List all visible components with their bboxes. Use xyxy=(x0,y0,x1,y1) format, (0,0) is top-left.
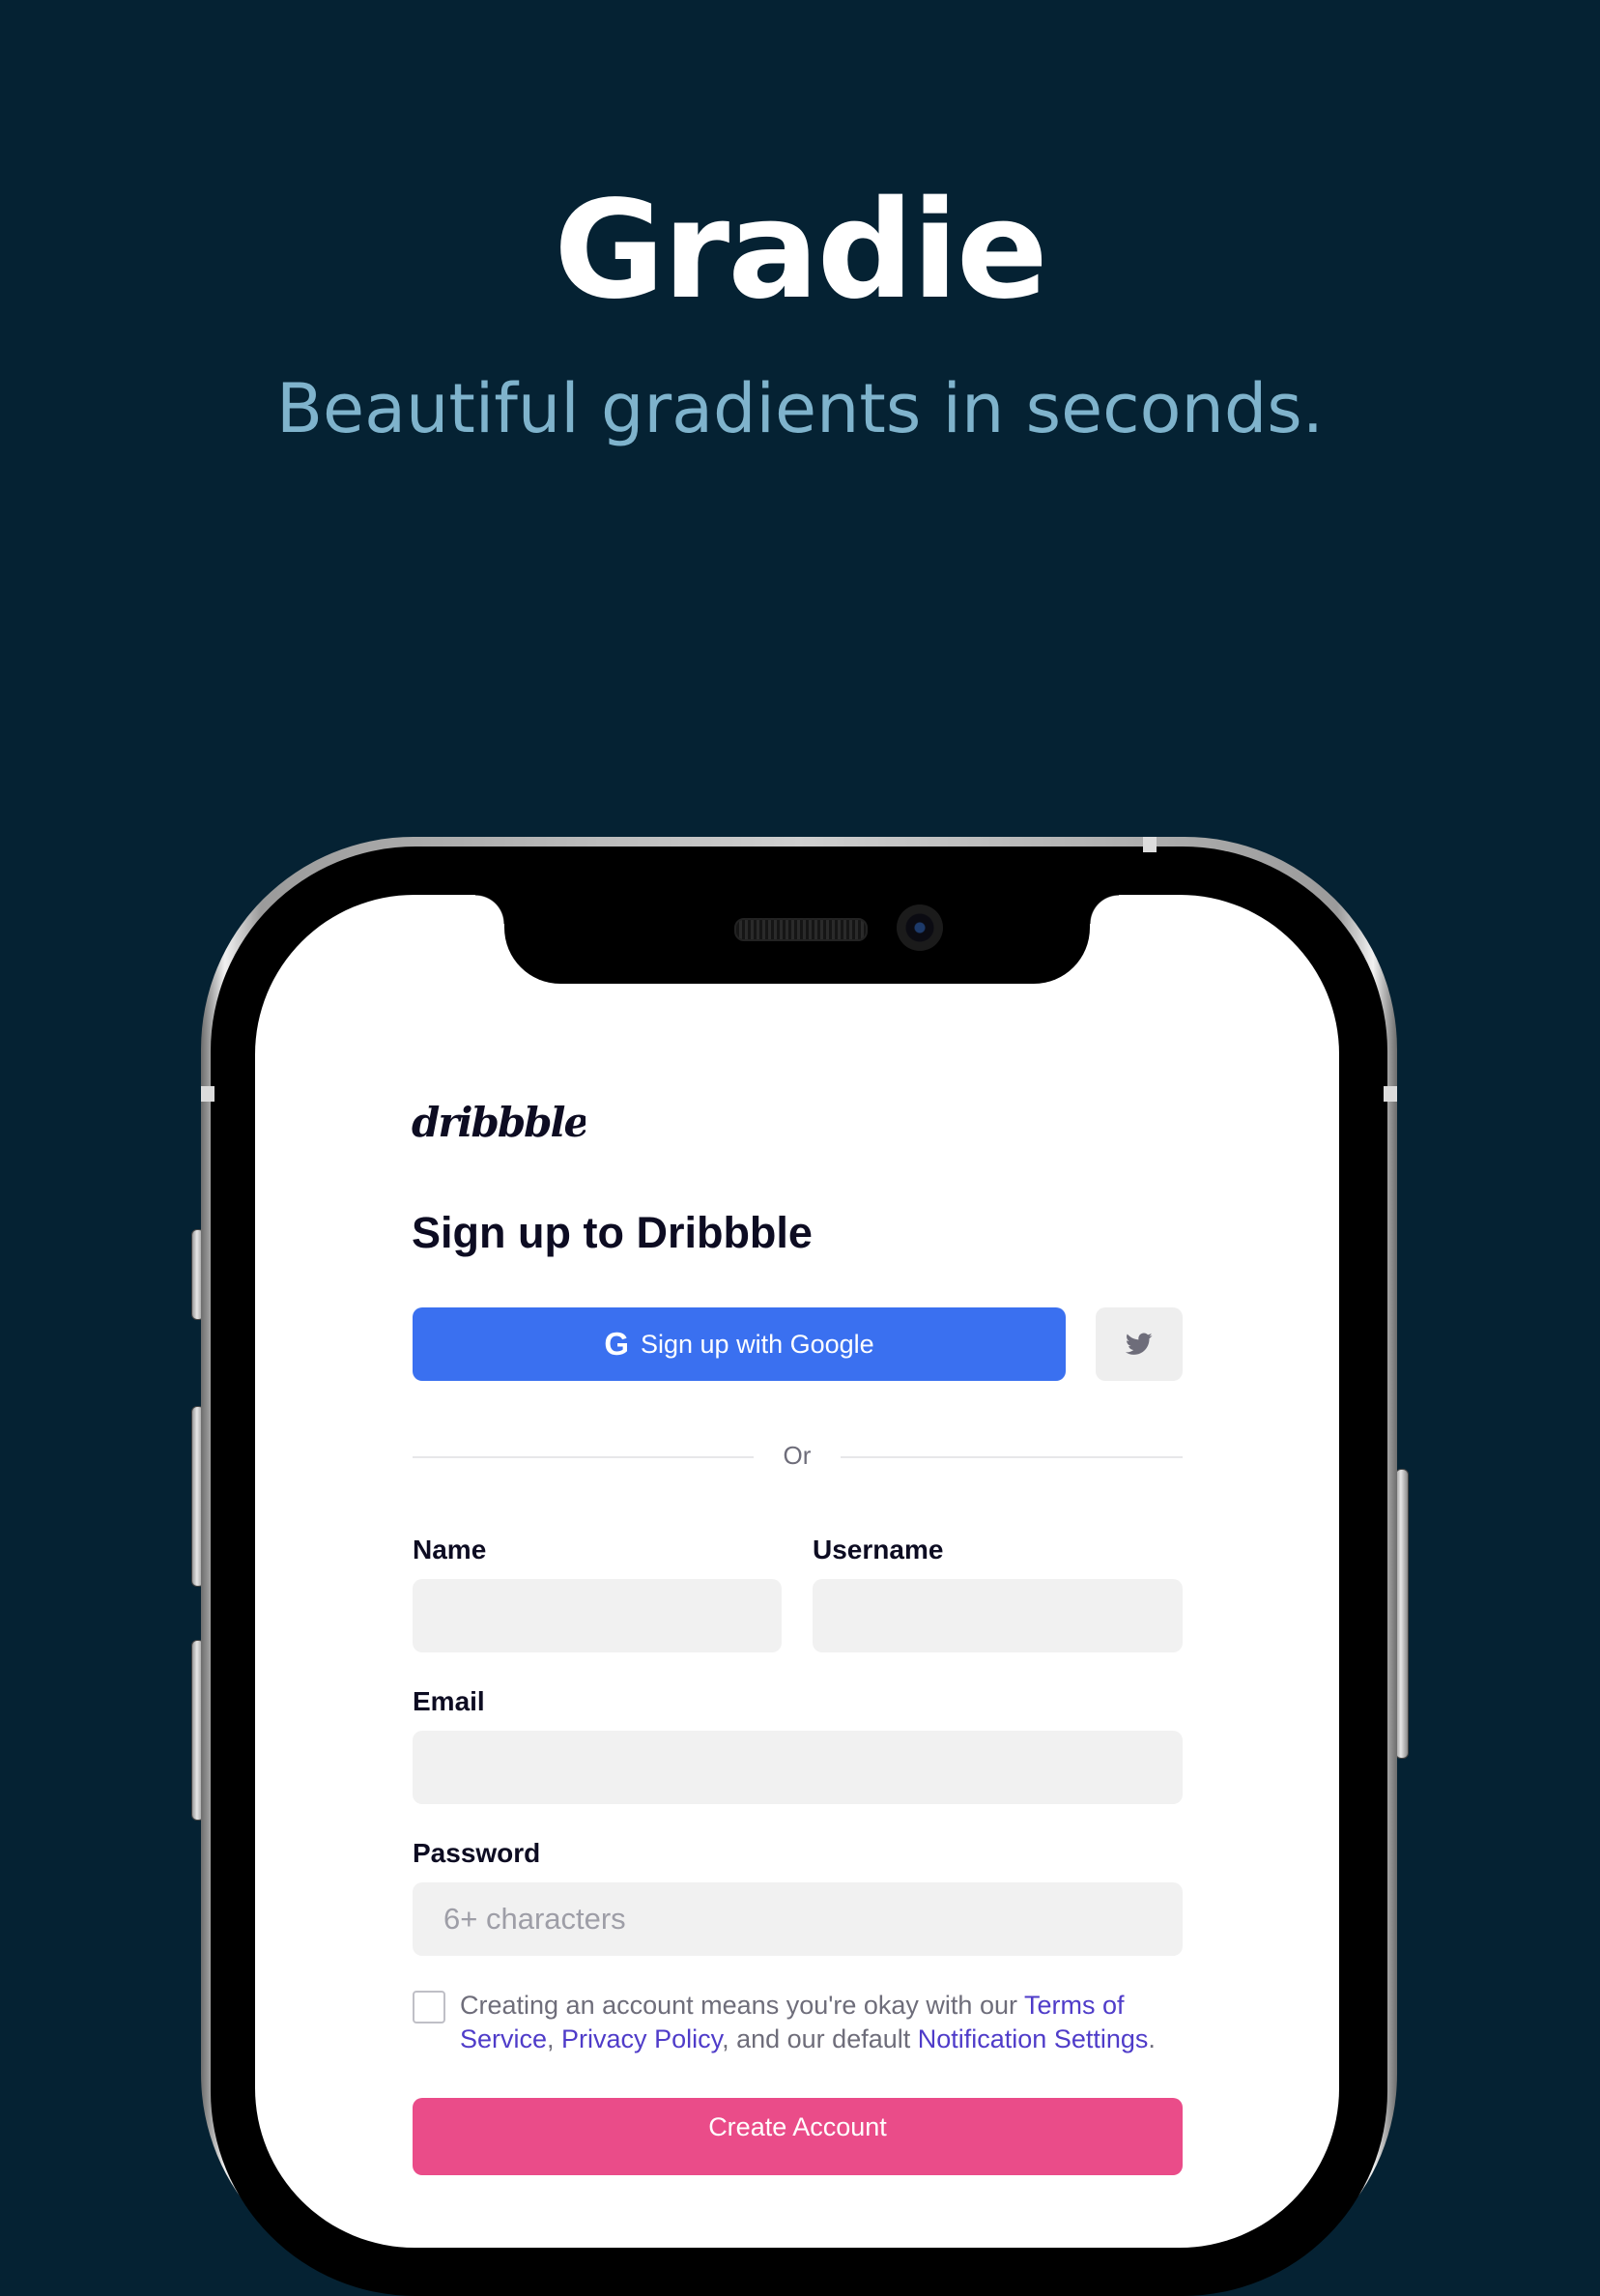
google-signup-label: Sign up with Google xyxy=(641,1329,874,1359)
google-g-icon: G xyxy=(604,1326,629,1362)
antenna-band xyxy=(1384,1086,1397,1102)
create-account-button[interactable]: Create Account xyxy=(413,2098,1183,2175)
divider-right xyxy=(841,1456,1183,1458)
email-label: Email xyxy=(413,1686,485,1716)
terms-checkbox[interactable] xyxy=(413,1991,445,2023)
antenna-band xyxy=(1143,837,1157,852)
name-label: Name xyxy=(413,1535,487,1564)
username-input[interactable] xyxy=(813,1579,1183,1652)
terms-period: . xyxy=(1148,2024,1156,2053)
divider-or-text: Or xyxy=(783,1441,812,1470)
privacy-policy-link[interactable]: Privacy Policy xyxy=(561,2024,722,2053)
name-input[interactable] xyxy=(413,1579,782,1652)
terms-text: Creating an account means you're okay wi… xyxy=(460,1989,1175,2056)
hero-subtitle: Beautiful gradients in seconds. xyxy=(276,369,1324,448)
notification-settings-link[interactable]: Notification Settings xyxy=(918,2024,1149,2053)
antenna-band xyxy=(201,1086,214,1102)
password-label: Password xyxy=(413,1838,541,1868)
terms-text-part: Creating an account means you're okay wi… xyxy=(460,1991,1024,2020)
earpiece-speaker xyxy=(734,918,868,941)
twitter-signup-button[interactable] xyxy=(1096,1307,1183,1381)
terms-comma: , xyxy=(547,2024,562,2053)
dribbble-logo-text: dribbble xyxy=(412,1099,586,1146)
divider-left xyxy=(413,1456,754,1458)
username-label: Username xyxy=(813,1535,944,1564)
email-input[interactable] xyxy=(413,1731,1183,1804)
hero-title: Gradie xyxy=(554,172,1048,330)
front-camera xyxy=(897,904,943,951)
terms-text-part: , and our default xyxy=(722,2024,918,2053)
google-signup-button[interactable]: G Sign up with Google xyxy=(413,1307,1066,1381)
dribbble-logo: dribbble xyxy=(412,1099,586,1146)
create-account-label: Create Account xyxy=(708,2112,887,2141)
password-input[interactable] xyxy=(413,1882,1183,1956)
phone-power-button xyxy=(1395,1469,1409,1759)
signup-title: Sign up to Dribbble xyxy=(412,1208,813,1257)
twitter-icon xyxy=(1126,1333,1153,1355)
